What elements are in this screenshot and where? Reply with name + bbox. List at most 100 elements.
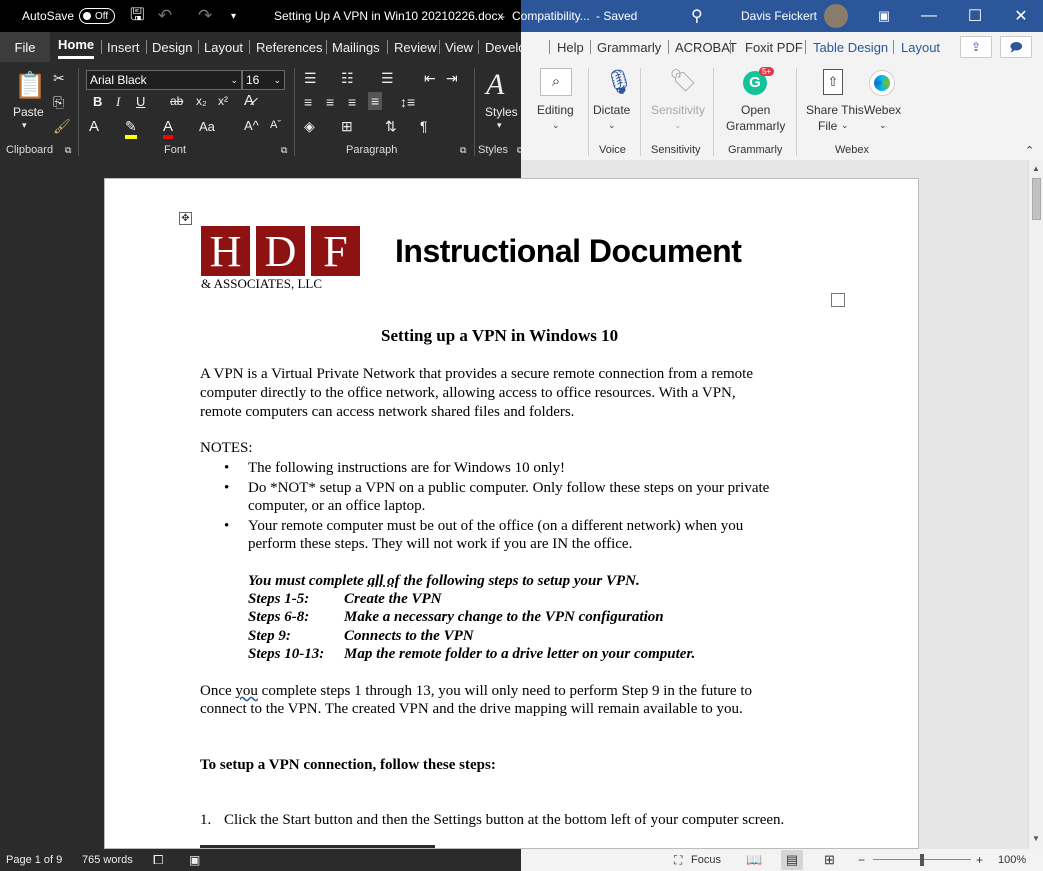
align-left-icon[interactable]: ≡ <box>304 94 312 110</box>
tab-acrobat[interactable]: ACROBAT <box>675 32 737 62</box>
macro-recording-icon[interactable]: ▣ <box>189 849 200 871</box>
share-file-line2[interactable]: File <box>818 119 837 134</box>
open-grammarly-line1[interactable]: Open <box>741 103 770 118</box>
tab-review[interactable]: Review <box>394 32 437 62</box>
maximize-icon[interactable]: ☐ <box>952 0 998 32</box>
document-page[interactable]: ✥ H D F & ASSOCIATES, LLC Instructional … <box>104 178 919 849</box>
font-name-combo[interactable]: Arial Black ⌄ <box>86 70 242 90</box>
font-color-icon[interactable]: A <box>163 118 174 139</box>
tab-insert[interactable]: Insert <box>107 32 140 62</box>
decrease-indent-icon[interactable]: ⇤ <box>424 70 436 86</box>
borders-icon[interactable]: ⊞ <box>341 118 353 134</box>
print-layout-icon[interactable]: ▤ <box>781 850 803 870</box>
tab-foxit-pdf[interactable]: Foxit PDF <box>745 32 803 62</box>
shrink-font-icon[interactable]: Aˇ <box>270 119 281 131</box>
editing-button[interactable]: Editing <box>537 103 574 118</box>
focus-button[interactable]: Focus <box>691 849 721 871</box>
format-painter-icon[interactable]: 🖌 <box>53 118 71 134</box>
align-center-icon[interactable]: ≡ <box>326 94 334 110</box>
collapse-ribbon-icon[interactable]: ⌃ <box>1025 144 1034 157</box>
table-resize-handle[interactable] <box>831 293 845 307</box>
tab-file[interactable]: File <box>0 32 50 62</box>
share-icon[interactable]: ⇪ <box>960 36 992 58</box>
scroll-down-icon[interactable]: ▼ <box>1029 832 1043 846</box>
bold-icon[interactable]: B <box>93 94 102 109</box>
line-spacing-icon[interactable]: ↕≡ <box>400 94 415 110</box>
paste-icon[interactable]: 📋 <box>14 70 46 101</box>
tab-layout[interactable]: Layout <box>204 32 243 62</box>
webex-button[interactable]: Webex <box>864 103 901 118</box>
page-count[interactable]: Page 1 of 9 <box>6 849 62 871</box>
scroll-thumb[interactable] <box>1032 178 1041 220</box>
zoom-slider-thumb[interactable] <box>920 854 924 866</box>
styles-dropdown-icon[interactable]: ▾ <box>497 120 502 131</box>
show-formatting-icon[interactable]: ¶ <box>420 118 428 134</box>
scroll-up-icon[interactable]: ▲ <box>1029 162 1043 176</box>
webex-icon[interactable] <box>870 71 894 95</box>
tab-home[interactable]: Home <box>58 32 95 59</box>
numbering-icon[interactable]: ☷ <box>341 70 354 86</box>
sort-icon[interactable]: ⇅ <box>385 118 397 134</box>
focus-icon[interactable]: ⛶ <box>674 849 682 871</box>
customize-toolbar-icon[interactable]: ▾ <box>231 0 236 32</box>
change-case-icon[interactable]: Aa <box>199 119 215 134</box>
paragraph-launcher-icon[interactable]: ⧉ <box>460 145 466 156</box>
styles-button[interactable]: Styles <box>485 105 518 120</box>
increase-indent-icon[interactable]: ⇥ <box>446 70 458 86</box>
web-layout-icon[interactable]: ⊞ <box>824 849 835 871</box>
tab-design[interactable]: Design <box>152 32 192 62</box>
save-icon[interactable]: 🖫 <box>130 0 144 32</box>
comments-icon[interactable]: 🗩 <box>1000 36 1032 58</box>
share-file-line1[interactable]: Share This <box>806 103 864 118</box>
strikethrough-icon[interactable]: ab <box>170 94 183 108</box>
subscript-icon[interactable]: x₂ <box>196 94 207 108</box>
zoom-level[interactable]: 100% <box>998 849 1026 871</box>
tab-table-design[interactable]: Table Design <box>813 32 888 62</box>
open-grammarly-line2[interactable]: Grammarly <box>726 119 785 134</box>
share-file-dropdown-icon[interactable]: ⌄ <box>841 120 849 131</box>
share-file-icon[interactable]: ⇧ <box>823 69 843 95</box>
copy-icon[interactable]: ⎘ <box>53 94 64 110</box>
webex-dropdown-icon[interactable]: ⌄ <box>879 120 887 131</box>
dictate-button[interactable]: Dictate <box>593 103 630 118</box>
autosave-toggle[interactable]: Off <box>79 8 115 24</box>
tab-grammarly[interactable]: Grammarly <box>597 32 661 62</box>
read-mode-icon[interactable]: 📖 <box>746 849 762 871</box>
tab-references[interactable]: References <box>256 32 322 62</box>
user-name[interactable]: Davis Feickert <box>741 0 817 32</box>
font-size-combo[interactable]: 16 ⌄ <box>242 70 285 90</box>
undo-icon[interactable]: ↶ <box>158 0 172 32</box>
cut-icon[interactable]: ✂ <box>53 70 65 86</box>
clear-formatting-icon[interactable]: A̷ <box>244 92 254 109</box>
editing-dropdown-icon[interactable]: ⌄ <box>552 120 560 131</box>
avatar[interactable] <box>824 4 848 28</box>
underline-icon[interactable]: U <box>136 94 145 109</box>
paste-button[interactable]: Paste <box>13 105 44 120</box>
clipboard-launcher-icon[interactable]: ⧉ <box>65 145 71 156</box>
zoom-out-icon[interactable]: − <box>858 849 865 871</box>
close-icon[interactable]: ✕ <box>998 0 1043 32</box>
tab-table-layout[interactable]: Layout <box>901 32 940 62</box>
styles-icon[interactable]: A <box>486 68 504 102</box>
dictate-dropdown-icon[interactable]: ⌄ <box>608 120 616 131</box>
microphone-icon[interactable]: 🎙 <box>604 68 634 97</box>
bullets-icon[interactable]: ☰ <box>304 70 317 86</box>
shading-icon[interactable]: ◈ <box>304 118 315 134</box>
align-right-icon[interactable]: ≡ <box>348 94 356 110</box>
italic-icon[interactable]: I <box>116 94 120 110</box>
superscript-icon[interactable]: x² <box>218 94 228 108</box>
justify-icon[interactable]: ≡ <box>368 92 383 110</box>
minimize-icon[interactable]: — <box>906 0 952 32</box>
text-effects-icon[interactable]: A <box>89 118 99 135</box>
redo-icon[interactable]: ↷ <box>198 0 212 32</box>
editing-icon[interactable]: ⌕ <box>540 68 572 96</box>
grow-font-icon[interactable]: A^ <box>244 118 259 133</box>
table-move-handle-icon[interactable]: ✥ <box>179 212 192 225</box>
vertical-scrollbar[interactable]: ▲ ▼ <box>1028 160 1043 849</box>
search-icon[interactable]: ⚲ <box>691 0 703 32</box>
highlight-icon[interactable]: ✎ <box>125 118 137 139</box>
zoom-in-icon[interactable]: + <box>976 849 983 871</box>
ribbon-display-options-icon[interactable]: ▣ <box>864 0 904 32</box>
paste-dropdown-icon[interactable]: ▾ <box>22 120 27 131</box>
word-count[interactable]: 765 words <box>82 849 133 871</box>
